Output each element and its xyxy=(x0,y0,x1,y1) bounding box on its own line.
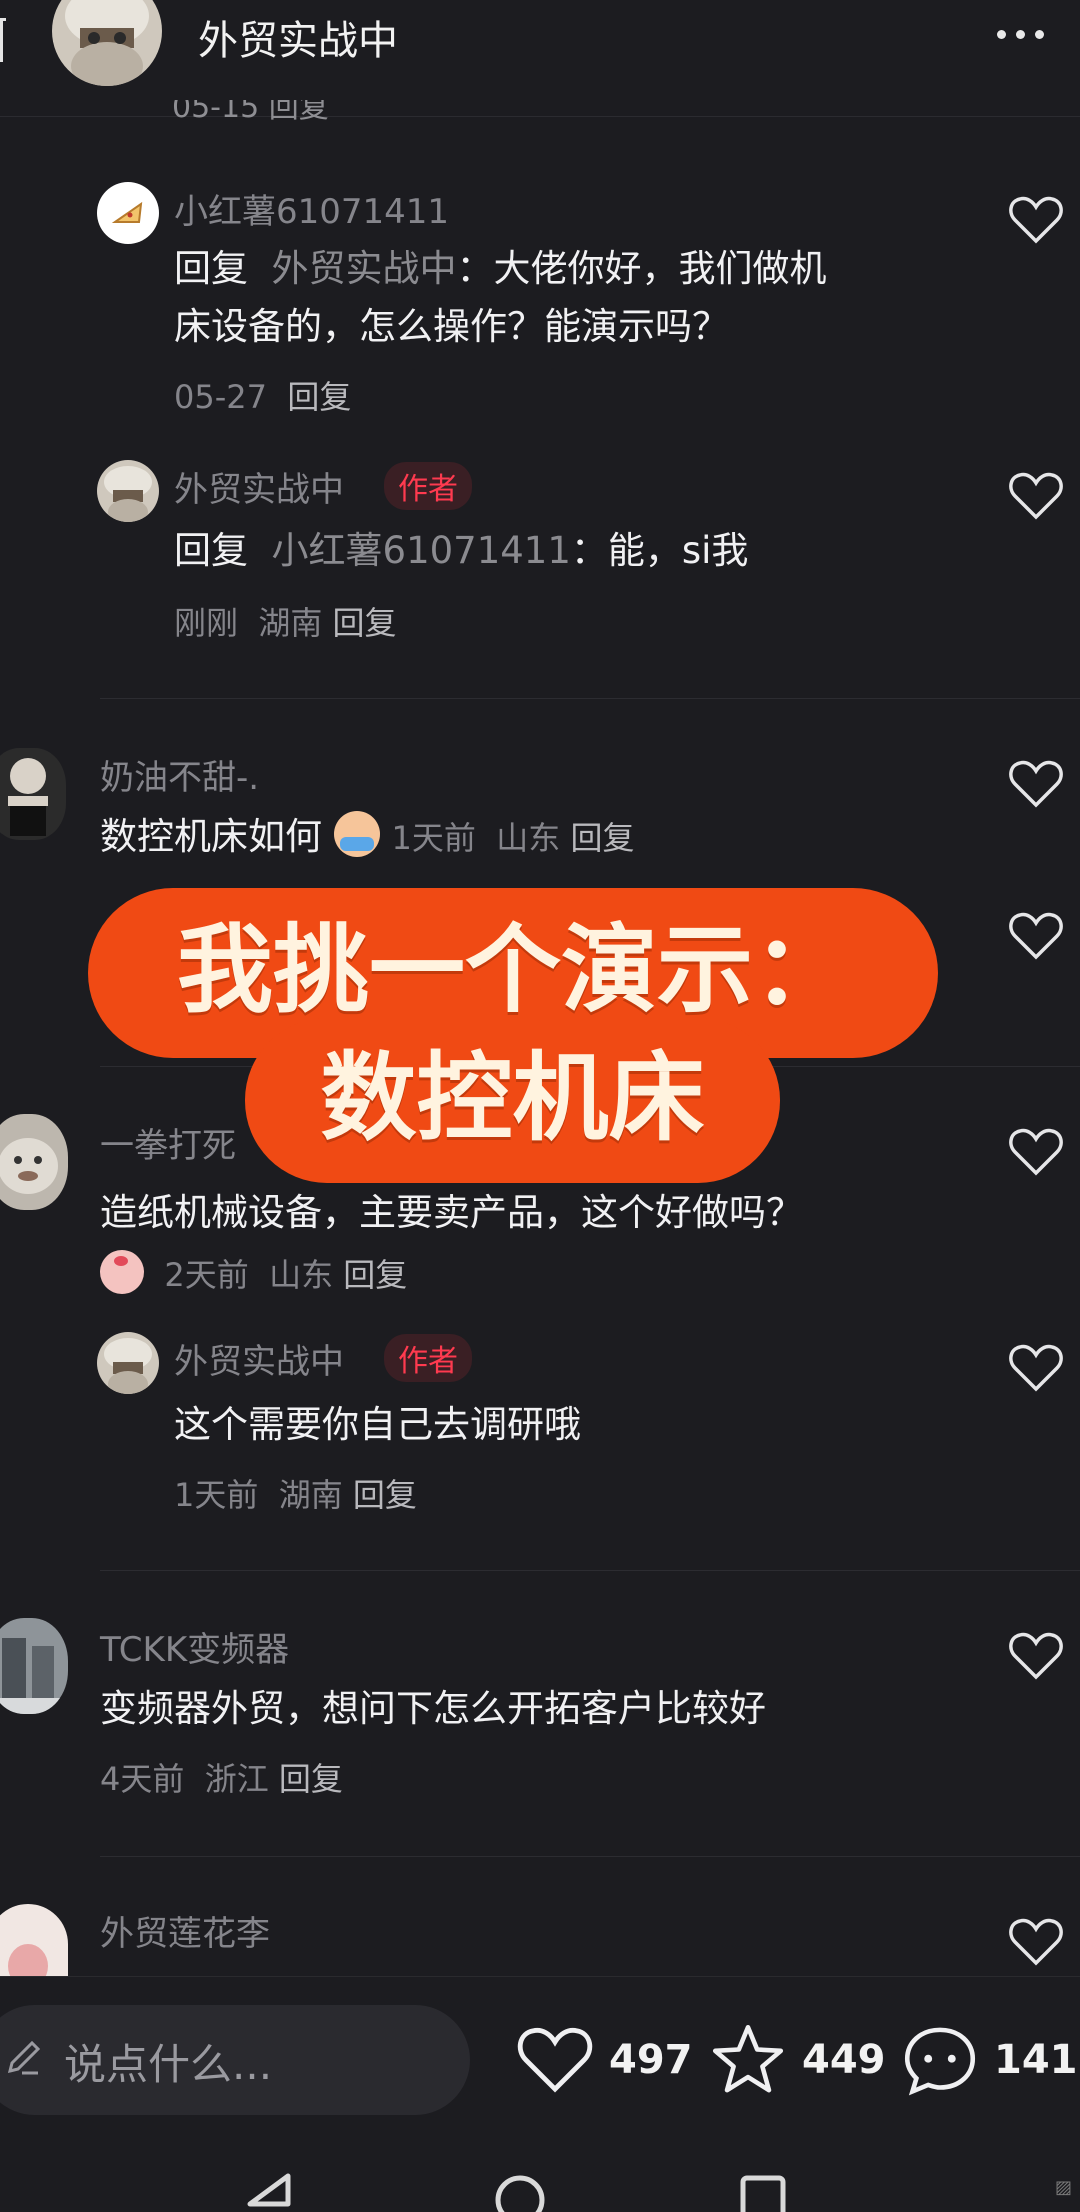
heart-icon[interactable] xyxy=(1008,758,1064,810)
comment-text: 数控机床如何 1天前 山东 回复 xyxy=(100,808,634,867)
comment-meta: 4天前 浙江 回复 xyxy=(100,1754,343,1800)
recents-icon[interactable] xyxy=(738,2172,788,2212)
clipped-meta: 05-15 回复 xyxy=(172,100,329,125)
heart-icon[interactable] xyxy=(1008,1126,1064,1178)
comment-author[interactable]: 外贸实战中 xyxy=(174,462,344,511)
favorite-count: 449 xyxy=(802,2037,886,2083)
comment-time: 4天前 xyxy=(100,1760,185,1798)
avatar[interactable] xyxy=(97,1332,159,1394)
more-icon[interactable] xyxy=(990,14,1050,54)
comment-meta: 05-27 回复 xyxy=(174,372,351,418)
comment-time: 2天前 xyxy=(164,1256,249,1294)
heart-icon[interactable] xyxy=(1008,1342,1064,1394)
comments-button[interactable]: 141 xyxy=(900,2005,1078,2115)
reply-target[interactable]: 小红薯61071411 xyxy=(272,529,571,572)
comment-region: 山东 xyxy=(496,819,561,857)
comment-text: 回复 外贸实战中：大佬你好，我们做机 床设备的，怎么操作？能演示吗？ xyxy=(174,240,954,356)
page-title: 外贸实战中 xyxy=(198,18,398,64)
reply-button[interactable]: 回复 xyxy=(287,378,351,416)
emoji-icon xyxy=(333,811,380,857)
comment-meta: 2天前 山东 回复 xyxy=(100,1250,407,1296)
heart-icon[interactable] xyxy=(1008,1630,1064,1682)
comment-region: 湖南 xyxy=(278,1476,343,1514)
comment-meta: 刚刚 湖南 回复 xyxy=(174,598,397,644)
avatar[interactable] xyxy=(0,1904,68,1976)
comment-text-line1: ：能，si我 xyxy=(570,529,749,572)
comment-text-line2: 床设备的，怎么操作？能演示吗？ xyxy=(174,305,729,348)
heart-icon[interactable] xyxy=(1008,910,1064,962)
overlay-caption-line2: 数控机床 xyxy=(320,1041,705,1154)
reply-button[interactable]: 回复 xyxy=(353,1476,417,1514)
comment-input-placeholder: 说点什么... xyxy=(64,2040,273,2089)
avatar[interactable] xyxy=(0,1114,68,1210)
comment-author[interactable]: 奶油不甜-. xyxy=(100,750,259,799)
favorite-button[interactable]: 449 xyxy=(708,2005,886,2115)
reply-button[interactable]: 回复 xyxy=(333,604,397,642)
overlay-caption-line1: 我挑一个演示： xyxy=(177,913,849,1026)
home-icon[interactable] xyxy=(492,2172,548,2212)
comment-input[interactable]: 说点什么... xyxy=(0,2005,470,2115)
comment-author[interactable]: 外贸实战中 xyxy=(174,1334,344,1383)
reply-prefix: 回复 xyxy=(174,247,248,290)
back-icon[interactable] xyxy=(244,2172,294,2212)
comment-text: 这个需要你自己去调研哦 xyxy=(174,1403,581,1446)
reply-target[interactable]: 外贸实战中 xyxy=(272,247,457,290)
system-nav-bar: ▨ xyxy=(0,2116,1080,2212)
comment-meta: 1天前 山东 回复 xyxy=(392,819,635,857)
comment-time: 05-27 xyxy=(174,378,267,416)
reply-button[interactable]: 回复 xyxy=(279,1760,343,1798)
avatar[interactable] xyxy=(97,182,159,244)
star-icon xyxy=(712,2024,784,2093)
reply-button[interactable]: 回复 xyxy=(343,1256,407,1294)
comment-text: 回复 小红薯61071411：能，si我 xyxy=(174,522,954,580)
author-tag: 作者 xyxy=(384,1334,472,1382)
author-avatar[interactable] xyxy=(52,0,162,86)
heart-icon[interactable] xyxy=(1008,470,1064,522)
comment-time: 刚刚 xyxy=(174,604,239,642)
comment-region: 湖南 xyxy=(258,604,323,642)
comment-author[interactable]: 小红薯61071411 xyxy=(174,184,449,233)
comment-text: 变频器外贸，想问下怎么开拓客户比较好 xyxy=(100,1687,766,1730)
comment-meta: 1天前 湖南 回复 xyxy=(174,1470,417,1516)
comment-icon xyxy=(904,2027,976,2096)
comment-count: 141 xyxy=(994,2037,1078,2083)
avatar[interactable] xyxy=(0,1618,68,1714)
like-count: 497 xyxy=(609,2037,693,2083)
heart-icon[interactable] xyxy=(1008,194,1064,246)
bottom-action-bar: 说点什么... 497 449 141 xyxy=(0,1976,1080,2117)
comment-time: 1天前 xyxy=(174,1476,259,1514)
pencil-icon xyxy=(7,2040,41,2075)
comment-text: 造纸机械设备，主要卖产品，这个好做吗？ xyxy=(100,1191,803,1234)
divider xyxy=(100,698,1080,699)
avatar[interactable] xyxy=(0,748,66,840)
comment-text-line1: ：大佬你好，我们做机 xyxy=(456,247,827,290)
like-button[interactable]: 497 xyxy=(515,2005,693,2115)
heart-icon xyxy=(517,2027,593,2093)
author-tag: 作者 xyxy=(384,462,472,510)
comment-time: 1天前 xyxy=(391,819,476,857)
comment-region: 浙江 xyxy=(204,1760,269,1798)
watermark: ▨ xyxy=(1054,2177,1072,2198)
emoji-icon xyxy=(100,1250,144,1294)
comment-author[interactable]: 外贸莲花李 xyxy=(100,1906,270,1955)
comment-author[interactable]: 一拳打死 xyxy=(100,1118,236,1167)
reply-button[interactable]: 回复 xyxy=(570,819,634,857)
comment-text-line1: 数控机床如何 xyxy=(100,815,322,858)
divider xyxy=(100,1570,1080,1571)
reply-prefix: 回复 xyxy=(174,529,248,572)
comment-author[interactable]: TCKK变频器 xyxy=(100,1622,289,1671)
comment-region: 山东 xyxy=(269,1256,334,1294)
top-bar: 外贸实战中 05-15 回复 xyxy=(0,0,1080,123)
back-icon[interactable] xyxy=(0,18,6,62)
avatar[interactable] xyxy=(97,460,159,522)
heart-icon[interactable] xyxy=(1008,1916,1064,1968)
divider xyxy=(100,1856,1080,1857)
